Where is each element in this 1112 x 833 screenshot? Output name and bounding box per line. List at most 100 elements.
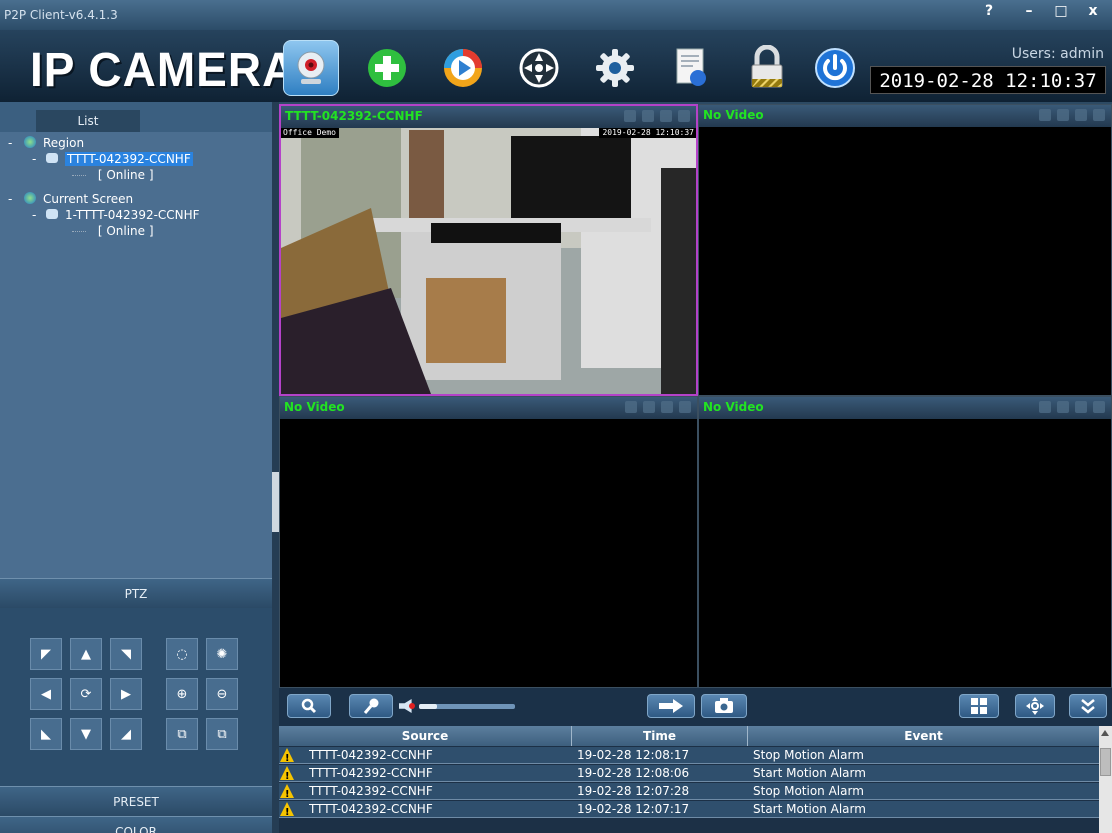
video-pane-2[interactable]: No Video xyxy=(698,104,1112,396)
camera-snapshot-icon xyxy=(715,698,733,713)
event-time: 19-02-28 12:07:28 xyxy=(577,784,690,798)
event-description: Stop Motion Alarm xyxy=(753,784,864,798)
tree-node-current-screen[interactable]: - Current Screen xyxy=(8,192,133,207)
volume-slider[interactable] xyxy=(419,704,515,709)
ptz-down-left-button[interactable]: ◣ xyxy=(30,718,62,750)
pane-titlebar: TTTT-042392-CCNHF xyxy=(281,106,696,128)
snapshot-icon[interactable] xyxy=(624,110,636,122)
focus-far-icon[interactable]: ⧉ xyxy=(206,718,238,750)
close-pane-icon[interactable] xyxy=(679,401,691,413)
column-event[interactable]: Event xyxy=(747,726,1099,746)
zoom-button[interactable] xyxy=(287,694,331,718)
snapshot-button[interactable] xyxy=(701,694,747,718)
device-camera-icon xyxy=(46,209,59,219)
ptz-left-button[interactable]: ◀ xyxy=(30,678,62,710)
log-button[interactable] xyxy=(663,40,719,96)
ptz-up-right-button[interactable]: ◥ xyxy=(110,638,142,670)
audio-icon[interactable] xyxy=(1057,109,1069,121)
pane-tools xyxy=(1039,109,1105,121)
clock-display: 2019-02-28 12:10:37 xyxy=(870,66,1106,94)
record-icon[interactable] xyxy=(660,110,672,122)
tab-list[interactable]: List xyxy=(36,110,140,132)
event-log-scrollbar[interactable] xyxy=(1099,726,1112,833)
iris-open-icon[interactable]: ✺ xyxy=(206,638,238,670)
collapse-button[interactable] xyxy=(1069,694,1107,718)
video-pane-3[interactable]: No Video xyxy=(279,396,698,688)
record-icon[interactable] xyxy=(1075,401,1087,413)
panel-splitter[interactable] xyxy=(272,102,279,833)
video-pane-1[interactable]: TTTT-042392-CCNHF Office Demo 2019-02-28 xyxy=(279,104,698,396)
zoom-out-icon[interactable]: ⊖ xyxy=(206,678,238,710)
ptz-section-header[interactable]: PTZ xyxy=(0,578,272,608)
tree-node-device[interactable]: - TTTT-042392-CCNHF xyxy=(32,152,193,167)
warning-icon: ! xyxy=(280,748,294,764)
table-row[interactable]: ! TTTT-042392-CCNHF 19-02-28 12:08:06 Start… xyxy=(279,765,1099,782)
preset-section-header[interactable]: PRESET xyxy=(0,786,272,816)
close-pane-icon[interactable] xyxy=(678,110,690,122)
globe-icon xyxy=(24,136,37,148)
video-controls-bar xyxy=(279,688,1112,726)
record-arrow-icon xyxy=(659,699,683,713)
column-source[interactable]: Source xyxy=(279,726,571,746)
video-pane-4[interactable]: No Video xyxy=(698,396,1112,688)
record-button[interactable] xyxy=(647,694,695,718)
event-description: Start Motion Alarm xyxy=(753,802,866,816)
playback-button[interactable] xyxy=(435,40,491,96)
event-description: Start Motion Alarm xyxy=(753,766,866,780)
ptz-control-icon xyxy=(519,48,559,88)
layout-grid-button[interactable] xyxy=(959,694,999,718)
snapshot-icon[interactable] xyxy=(625,401,637,413)
add-device-button[interactable] xyxy=(359,40,415,96)
close-pane-icon[interactable] xyxy=(1093,109,1105,121)
table-row[interactable]: ! TTTT-042392-CCNHF 19-02-28 12:08:17 Stop … xyxy=(279,747,1099,764)
talk-button[interactable] xyxy=(349,694,393,718)
power-icon xyxy=(815,48,855,88)
table-row[interactable]: ! TTTT-042392-CCNHF 19-02-28 12:07:28 Stop … xyxy=(279,783,1099,800)
warning-icon: ! xyxy=(280,766,294,782)
ptz-up-left-button[interactable]: ◤ xyxy=(30,638,62,670)
ptz-auto-button[interactable]: ⟳ xyxy=(70,678,102,710)
tree-node-region[interactable]: - Region xyxy=(8,136,84,151)
iris-close-icon[interactable]: ◌ xyxy=(166,638,198,670)
audio-icon[interactable] xyxy=(642,110,654,122)
pane-tools xyxy=(1039,401,1105,413)
ptz-right-button[interactable]: ▶ xyxy=(110,678,142,710)
maximize-button[interactable]: □ xyxy=(1048,2,1074,22)
snapshot-icon[interactable] xyxy=(1039,109,1051,121)
power-button[interactable] xyxy=(807,40,863,96)
table-row[interactable]: ! TTTT-042392-CCNHF 19-02-28 12:07:17 Start… xyxy=(279,801,1099,818)
event-description: Stop Motion Alarm xyxy=(753,748,864,762)
ptz-down-button[interactable]: ▼ xyxy=(70,718,102,750)
record-icon[interactable] xyxy=(1075,109,1087,121)
help-button[interactable]: ? xyxy=(976,2,1002,22)
globe-icon xyxy=(24,192,37,204)
minimize-button[interactable]: – xyxy=(1016,2,1042,22)
magnifier-icon xyxy=(301,698,317,714)
ptz-up-button[interactable]: ▲ xyxy=(70,638,102,670)
audio-icon[interactable] xyxy=(643,401,655,413)
pane-titlebar: No Video xyxy=(280,397,697,419)
audio-icon[interactable] xyxy=(1057,401,1069,413)
zoom-in-icon[interactable]: ⊕ xyxy=(166,678,198,710)
splitter-grip[interactable] xyxy=(272,472,279,532)
color-section-header[interactable]: COLOR xyxy=(0,816,272,833)
close-button[interactable]: x xyxy=(1080,2,1106,22)
tree-node-screen-device[interactable]: - 1-TTTT-042392-CCNHF xyxy=(32,208,200,223)
focus-near-icon[interactable]: ⧉ xyxy=(166,718,198,750)
event-log: Source Time Event ! TTTT-042392-CCNHF 19-0… xyxy=(279,726,1112,833)
close-pane-icon[interactable] xyxy=(1093,401,1105,413)
ptz-control-button[interactable] xyxy=(511,40,567,96)
record-icon[interactable] xyxy=(661,401,673,413)
live-view-button[interactable] xyxy=(283,40,339,96)
ptz-down-right-button[interactable]: ◢ xyxy=(110,718,142,750)
lock-button[interactable] xyxy=(739,40,795,96)
settings-button[interactable] xyxy=(587,40,643,96)
app-header: IP CAMERA Users: admin 2019-02-28 12:10:… xyxy=(0,30,1112,102)
event-time: 19-02-28 12:07:17 xyxy=(577,802,690,816)
fullscreen-button[interactable] xyxy=(1015,694,1055,718)
scroll-thumb[interactable] xyxy=(1100,748,1111,776)
event-source: TTTT-042392-CCNHF xyxy=(309,766,433,780)
scroll-up-icon[interactable] xyxy=(1101,730,1109,736)
snapshot-icon[interactable] xyxy=(1039,401,1051,413)
column-time[interactable]: Time xyxy=(571,726,747,746)
